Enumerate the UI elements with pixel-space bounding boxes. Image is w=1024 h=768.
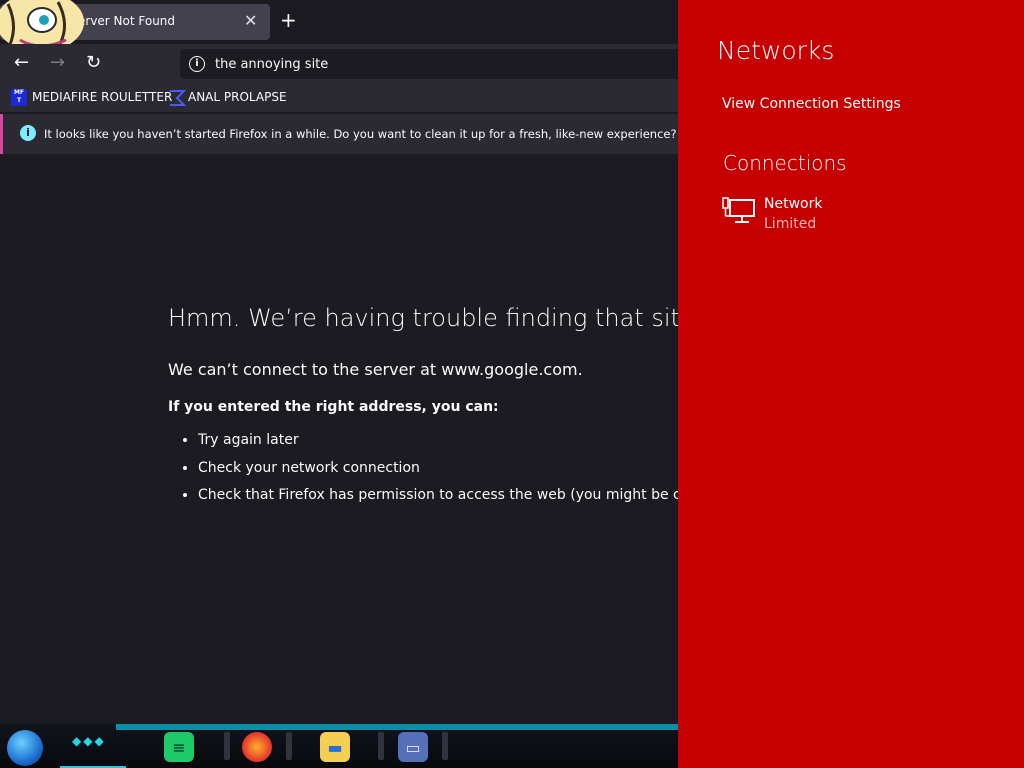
new-tab-button[interactable]: + — [280, 8, 297, 32]
advice-list: Try again later Check your network conne… — [168, 432, 678, 515]
taskbar-separator — [378, 732, 384, 760]
close-tab-icon[interactable]: ✕ — [244, 11, 257, 30]
url-text[interactable]: the annoying site — [215, 57, 328, 72]
taskbar-separator — [224, 732, 230, 760]
bookmark-second[interactable]: ANAL PROLAPSE — [188, 90, 287, 104]
network-name: Network — [764, 196, 823, 212]
networks-flyout: Networks View Connection Settings Connec… — [678, 0, 1024, 768]
bookmark-favicon-icon — [170, 90, 186, 106]
notification-text: It looks like you haven’t started Firefo… — [44, 127, 678, 141]
notification-bar: i It looks like you haven’t started Fire… — [0, 114, 678, 154]
bookmark-mediafire[interactable]: MEDIAFIRE ROULETTER — [32, 90, 172, 104]
site-info-icon[interactable]: i — [189, 56, 205, 72]
start-button[interactable] — [7, 730, 43, 766]
error-message: We can’t connect to the server at www.go… — [168, 360, 583, 379]
notes-app-icon[interactable]: ≡ — [164, 732, 194, 762]
reload-button[interactable]: ↻ — [86, 52, 101, 73]
window-app-icon[interactable]: ▭ — [398, 732, 428, 762]
ethernet-icon — [722, 197, 755, 223]
list-item: Check that Firefox has permission to acc… — [198, 487, 678, 515]
taskbar-separator — [286, 732, 292, 760]
info-icon: i — [20, 125, 36, 141]
tab-bar: erver Not Found ✕ + — [0, 0, 678, 53]
tab-title: erver Not Found — [78, 14, 176, 28]
network-status: Limited — [764, 216, 817, 232]
forward-button[interactable]: → — [50, 52, 65, 73]
taskbar-chevron-icon: ◆◆◆ — [72, 734, 106, 748]
flyout-title: Networks — [717, 36, 835, 65]
mediafire-favicon-icon: MF T — [11, 89, 27, 106]
connections-heading: Connections — [723, 151, 847, 175]
list-item: Check your network connection — [198, 460, 678, 488]
back-button[interactable]: ← — [14, 52, 29, 73]
firefox-app-icon[interactable] — [242, 732, 272, 762]
url-bar[interactable]: i the annoying site — [180, 49, 678, 79]
taskbar: ◆◆◆ ≡ ▬ ▭ — [0, 724, 678, 768]
network-item[interactable]: Network Limited — [722, 194, 1002, 238]
error-page: Hmm. We’re having trouble finding that s… — [0, 154, 678, 724]
nav-bar: ← → ↻ i the annoying site — [0, 44, 678, 84]
file-explorer-icon[interactable]: ▬ — [320, 732, 350, 762]
bookmarks-toolbar: MEDIAFIRE ROULETTER ANAL PROLAPSE — [0, 84, 678, 112]
list-item: Try again later — [198, 432, 678, 460]
view-connection-settings-link[interactable]: View Connection Settings — [722, 96, 901, 112]
page-title: Hmm. We’re having trouble finding that s… — [168, 304, 678, 332]
taskbar-separator — [442, 732, 448, 760]
advice-heading: If you entered the right address, you ca… — [168, 399, 499, 415]
taskbar-accent-stripe — [116, 724, 678, 730]
